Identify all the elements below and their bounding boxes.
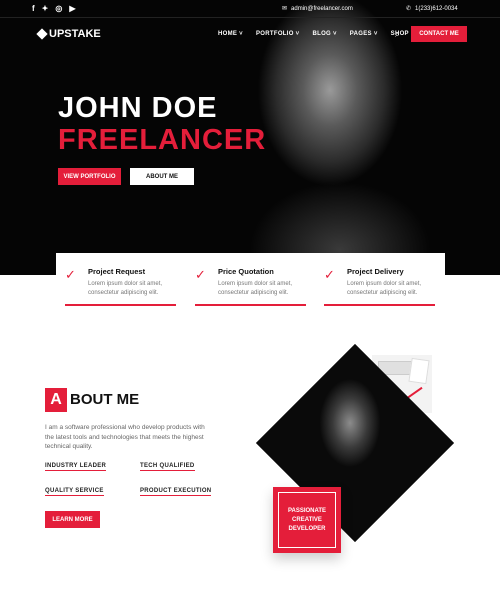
top-bar: f ✦ ◎ ▶ ✉ admin@freelancer.com ✆ 1(233)6… [0, 0, 500, 18]
nav-item-blog[interactable]: BLOG ˅ [312, 31, 336, 37]
nav-item-home[interactable]: HOME ˅ [218, 31, 243, 37]
facebook-icon[interactable]: f [32, 4, 35, 13]
envelope-icon: ✉ [282, 6, 288, 12]
about-title: BOUT ME [70, 391, 140, 408]
feature-underline [324, 304, 435, 306]
search-icon[interactable]: ⌕ [395, 30, 399, 40]
skill-item: QUALITY SERVICE [45, 488, 104, 496]
check-icon: ✓ [324, 267, 335, 282]
instagram-icon[interactable]: ◎ [55, 4, 62, 13]
nav-item-shop[interactable]: SHOP [391, 31, 409, 37]
nav-label: SHOP [390, 31, 409, 37]
hero-name: JOHN DOE [58, 92, 218, 124]
skill-item: INDUSTRY LEADER [45, 463, 107, 471]
hero-section: f ✦ ◎ ▶ ✉ admin@freelancer.com ✆ 1(233)6… [0, 0, 500, 275]
nav-label: HOME [218, 31, 238, 37]
skill-item: PRODUCT EXECUTION [140, 488, 212, 496]
feature-underline [195, 304, 306, 306]
paper-shape [408, 357, 430, 385]
about-description: I am a software professional who develop… [45, 424, 205, 450]
feature-underline [65, 304, 176, 306]
about-title-initial: A [45, 388, 67, 412]
contact-me-button[interactable]: CONTACT ME [411, 26, 467, 42]
view-portfolio-button[interactable]: VIEW PORTFOLIO [58, 168, 121, 185]
check-icon: ✓ [65, 267, 76, 282]
passion-badge: PASSIONATE CREATIVE DEVELOPER [273, 487, 341, 553]
social-links: f ✦ ◎ ▶ [32, 4, 76, 13]
feature-title: Price Quotation [218, 267, 274, 276]
topbar-email[interactable]: ✉ admin@freelancer.com [282, 5, 353, 13]
learn-more-button[interactable]: LEARN MORE [45, 511, 100, 528]
badge-line: PASSIONATE [287, 507, 327, 514]
about-me-button[interactable]: ABOUT ME [130, 168, 194, 185]
nav-item-pages[interactable]: PAGES ˅ [350, 31, 378, 37]
main-nav: HOME ˅ PORTFOLIO ˅ BLOG ˅ PAGES ˅ SHOP [218, 31, 409, 37]
topbar-phone[interactable]: ✆ 1(233)612-0034 [406, 5, 458, 13]
twitter-icon[interactable]: ✦ [42, 4, 49, 13]
hero-role: FREELANCER [58, 124, 267, 156]
email-text: admin@freelancer.com [291, 5, 353, 12]
feature-card: ✓ Price Quotation Lorem ipsum dolor sit … [186, 253, 306, 315]
skill-item: TECH QUALIFIED [140, 463, 195, 471]
youtube-icon[interactable]: ▶ [69, 4, 75, 13]
features-strip: ✓ Project Request Lorem ipsum dolor sit … [56, 253, 445, 315]
feature-title: Project Delivery [347, 267, 404, 276]
nav-label: PORTFOLIO [255, 31, 294, 37]
feature-text: Lorem ipsum dolor sit amet, consectetur … [88, 281, 163, 296]
nav-item-portfolio[interactable]: PORTFOLIO ˅ [256, 31, 299, 37]
feature-card: ✓ Project Delivery Lorem ipsum dolor sit… [315, 253, 435, 315]
badge-line: CREATIVE [292, 516, 322, 523]
logo-text: UPSTAKE [49, 28, 101, 40]
nav-label: PAGES [349, 31, 372, 37]
feature-title: Project Request [88, 267, 146, 276]
feature-text: Lorem ipsum dolor sit amet, consectetur … [347, 281, 422, 296]
phone-icon: ✆ [406, 6, 412, 12]
check-icon: ✓ [195, 267, 206, 282]
site-logo[interactable]: UPSTAKE [36, 28, 101, 40]
phone-text: 1(233)612-0034 [415, 5, 458, 12]
nav-label: BLOG [312, 31, 332, 37]
badge-line: DEVELOPER [288, 525, 326, 532]
logo-icon [36, 28, 48, 40]
feature-text: Lorem ipsum dolor sit amet, consectetur … [218, 281, 293, 296]
feature-card: ✓ Project Request Lorem ipsum dolor sit … [56, 253, 176, 315]
